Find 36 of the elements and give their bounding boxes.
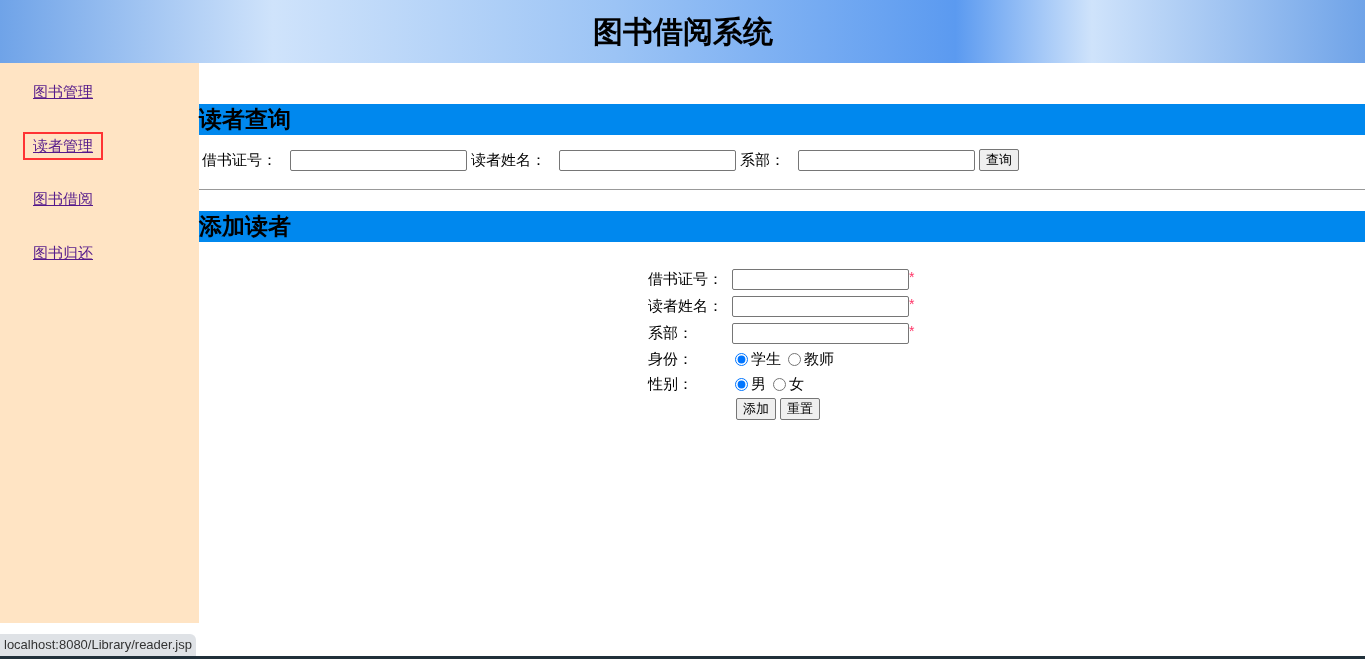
radio-button[interactable] xyxy=(735,353,748,366)
radio-button[interactable] xyxy=(735,378,748,391)
field-label: 借书证号： xyxy=(202,149,277,170)
input-field[interactable] xyxy=(732,296,909,317)
required-mark: * xyxy=(909,268,915,287)
sidebar-link[interactable]: 图书借阅 xyxy=(23,185,103,214)
field-label: 性别： xyxy=(648,374,694,395)
radio-label: 男 xyxy=(751,374,766,395)
sidebar-link[interactable]: 读者管理 xyxy=(23,131,103,160)
radio-label: 教师 xyxy=(804,349,834,370)
radio-button[interactable] xyxy=(788,353,801,366)
input-field[interactable] xyxy=(732,323,909,344)
input-field[interactable] xyxy=(290,149,467,171)
field-label: 读者姓名： xyxy=(471,149,546,170)
input-field[interactable] xyxy=(798,149,975,171)
field-label: 系部： xyxy=(648,323,694,344)
input-field[interactable] xyxy=(559,149,736,171)
sidebar-link[interactable]: 图书归还 xyxy=(23,238,103,267)
section-heading: 读者查询 xyxy=(199,104,1365,135)
radio-label: 女 xyxy=(789,374,804,395)
radio-label: 学生 xyxy=(751,349,781,370)
field-label: 读者姓名： xyxy=(648,296,724,317)
query-button[interactable]: 查询 xyxy=(979,149,1019,171)
sidebar-link[interactable]: 图书管理 xyxy=(23,78,103,107)
field-label: 身份： xyxy=(648,349,694,370)
field-label: 系部： xyxy=(740,149,785,170)
radio-button[interactable] xyxy=(773,378,786,391)
page-title: 图书借阅系统 xyxy=(592,14,773,50)
section-heading: 添加读者 xyxy=(199,211,1365,242)
input-field[interactable] xyxy=(732,269,909,290)
field-label: 借书证号： xyxy=(648,269,724,290)
form-button[interactable]: 重置 xyxy=(780,398,820,420)
form-button[interactable]: 添加 xyxy=(736,398,776,420)
required-mark: * xyxy=(909,295,915,314)
required-mark: * xyxy=(909,322,915,341)
status-url: localhost:8080/Library/reader.jsp xyxy=(0,634,196,656)
